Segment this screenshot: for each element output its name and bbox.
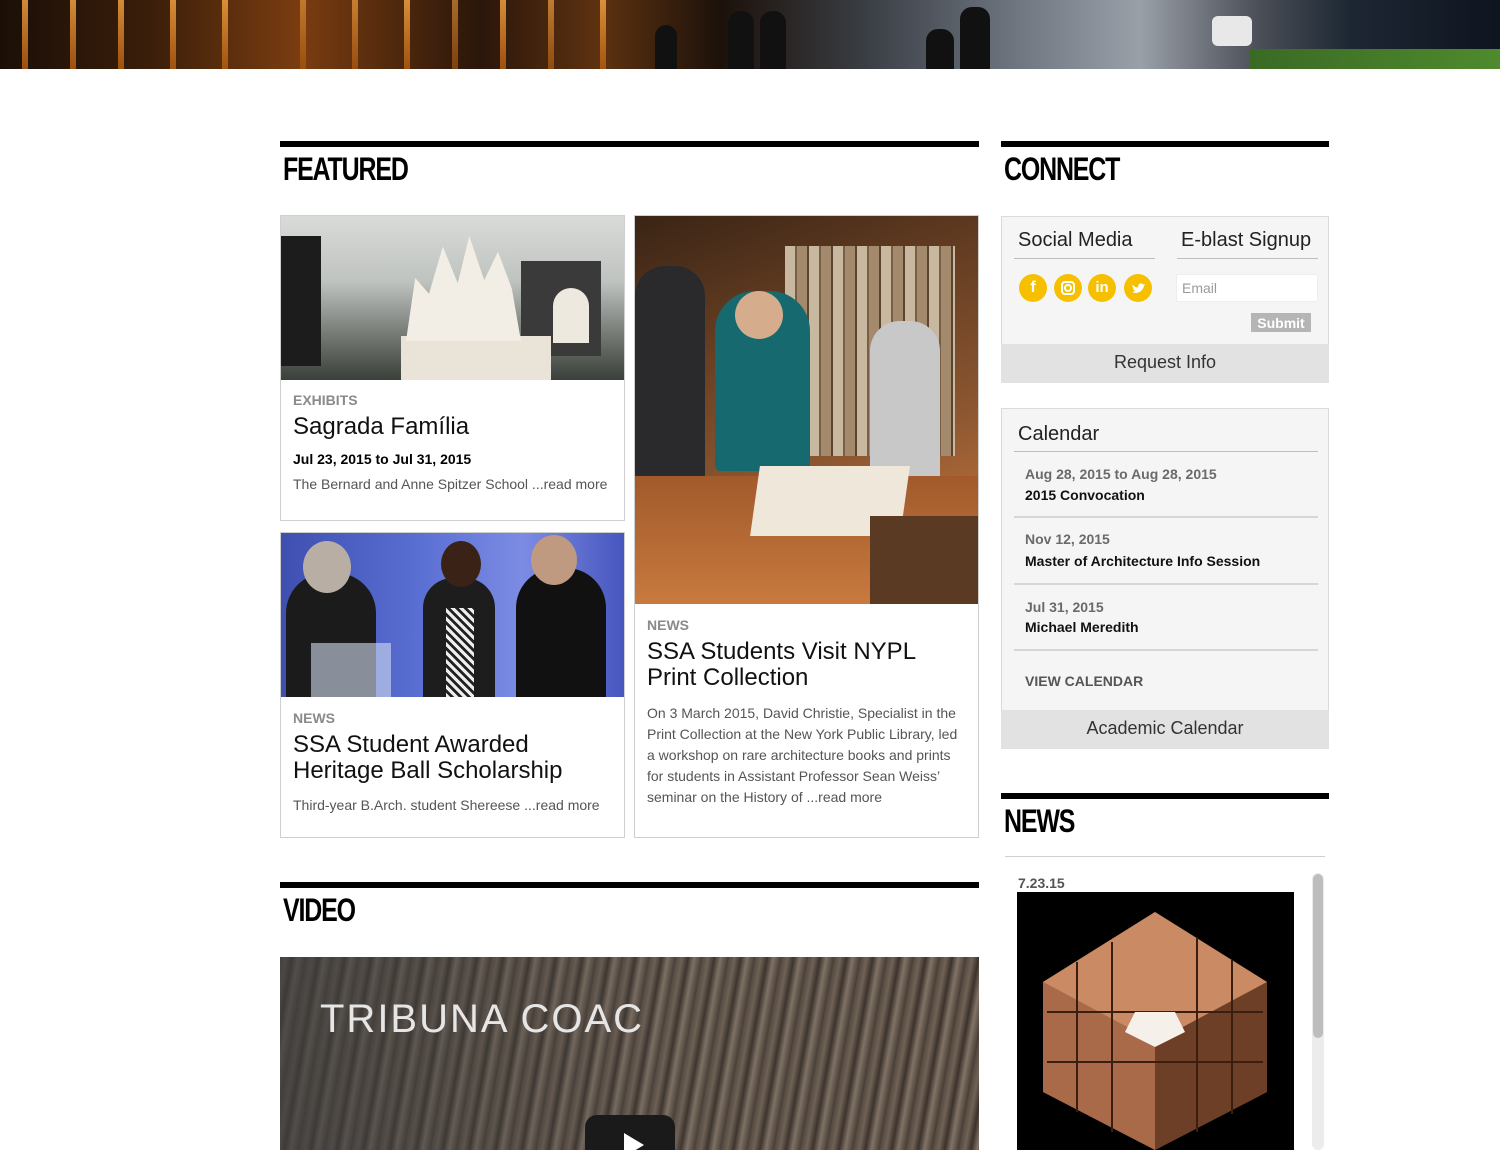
view-calendar-link[interactable]: VIEW CALENDAR (1025, 673, 1143, 689)
news-item-date: 7.23.15 (1018, 875, 1065, 891)
calendar-event-title[interactable]: Master of Architecture Info Session (1025, 553, 1260, 569)
play-button[interactable] (585, 1115, 675, 1150)
nypl-print-collection-image[interactable] (635, 216, 978, 604)
news-divider (1001, 793, 1329, 799)
hero-banner-image (0, 0, 1500, 69)
video-divider (280, 882, 979, 888)
sagrada-familia-image[interactable] (281, 216, 624, 380)
video-heading: VIDEO (283, 892, 356, 928)
card-title[interactable]: SSA Student Awarded Heritage Ball Schola… (293, 732, 613, 784)
calendar-event-title[interactable]: Michael Meredith (1025, 619, 1139, 635)
card-title[interactable]: SSA Students Visit NYPL Print Collection (647, 639, 967, 691)
linkedin-icon[interactable]: in (1088, 274, 1116, 302)
card-description: The Bernard and Anne Spitzer School ...r… (293, 476, 608, 492)
calendar-event-date: Nov 12, 2015 (1025, 531, 1110, 547)
calendar-separator (1014, 516, 1318, 518)
facebook-icon[interactable]: f (1019, 274, 1047, 302)
twitter-icon[interactable] (1124, 274, 1152, 302)
social-media-label: Social Media (1018, 229, 1133, 251)
featured-card-heritage-ball[interactable]: NEWS SSA Student Awarded Heritage Ball S… (280, 532, 625, 838)
calendar-event-title[interactable]: 2015 Convocation (1025, 487, 1145, 503)
card-category: NEWS (293, 710, 335, 726)
email-field[interactable] (1176, 274, 1318, 302)
calendar-event-date: Jul 31, 2015 (1025, 599, 1104, 615)
calendar-separator (1014, 649, 1318, 651)
featured-card-sagrada[interactable]: EXHIBITS Sagrada Família Jul 23, 2015 to… (280, 215, 625, 521)
connect-divider (1001, 141, 1329, 147)
play-icon (624, 1133, 644, 1150)
calendar-panel (1001, 408, 1329, 749)
video-player[interactable]: TRIBUNA COAC (280, 957, 979, 1150)
featured-heading: FEATURED (283, 151, 409, 187)
calendar-event-date: Aug 28, 2015 to Aug 28, 2015 (1025, 466, 1217, 482)
card-description: On 3 March 2015, David Christie, Special… (647, 705, 958, 805)
eblast-signup-label: E-blast Signup (1181, 229, 1312, 251)
card-category: EXHIBITS (293, 392, 358, 408)
news-heading: NEWS (1004, 803, 1075, 839)
card-title[interactable]: Sagrada Família (293, 414, 613, 440)
request-info-button[interactable]: Request Info (1001, 344, 1329, 383)
featured-divider (280, 141, 979, 147)
academic-calendar-button[interactable]: Academic Calendar (1001, 710, 1329, 749)
news-rule (1005, 856, 1325, 857)
social-media-underline (1014, 258, 1155, 259)
card-date: Jul 23, 2015 to Jul 31, 2015 (293, 451, 472, 467)
calendar-title: Calendar (1018, 423, 1100, 445)
eblast-underline (1177, 258, 1318, 259)
connect-heading: CONNECT (1004, 151, 1120, 187)
news-item-image[interactable] (1017, 892, 1294, 1150)
instagram-icon[interactable] (1054, 274, 1082, 302)
news-scrollbar-thumb[interactable] (1313, 874, 1323, 1038)
featured-card-nypl[interactable]: NEWS SSA Students Visit NYPL Print Colle… (634, 215, 979, 838)
calendar-separator (1014, 583, 1318, 585)
card-category: NEWS (647, 617, 689, 633)
heritage-ball-image[interactable] (281, 533, 624, 697)
submit-button[interactable]: Submit (1251, 313, 1311, 332)
calendar-title-underline (1014, 451, 1318, 452)
card-description: Third-year B.Arch. student Shereese ...r… (293, 797, 600, 813)
video-overlay-title: TRIBUNA COAC (320, 997, 645, 1041)
